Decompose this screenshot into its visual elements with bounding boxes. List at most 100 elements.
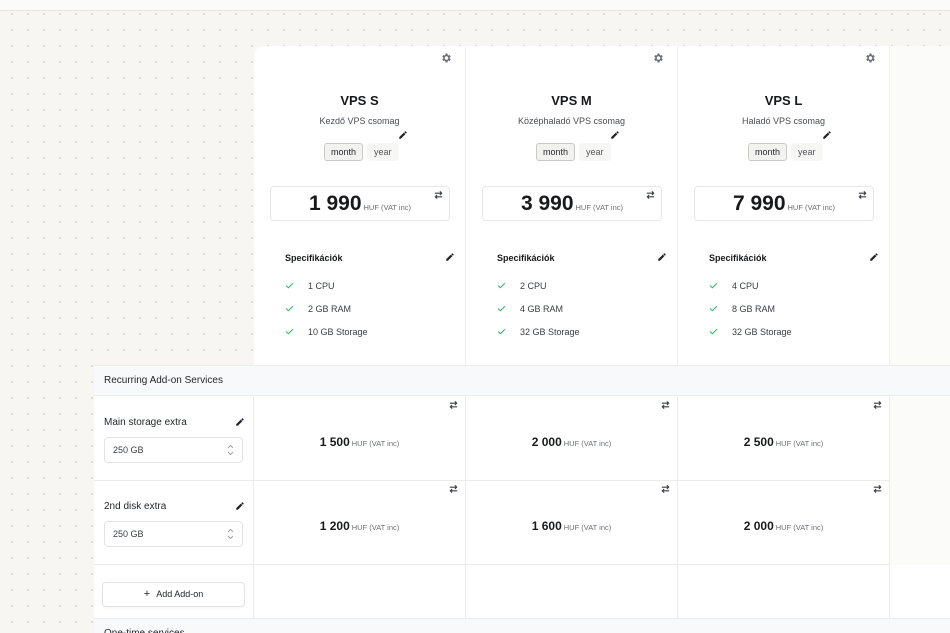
- plan-name: VPS L: [764, 93, 803, 108]
- billing-period-toggle: month year: [748, 143, 823, 161]
- check-icon: [285, 281, 294, 290]
- swap-icon[interactable]: [660, 400, 671, 410]
- period-month-button[interactable]: month: [536, 143, 576, 161]
- spec-text: 1 CPU: [308, 280, 335, 291]
- addon-price-cell: 2 000 HUF (VAT inc): [466, 397, 678, 481]
- spec-list: 1 CPU 2 GB RAM 10 GB Storage: [285, 274, 368, 343]
- price-unit: HUF (VAT inc): [363, 203, 412, 212]
- plan-card-s: VPS S Kezdő VPS csomag month year 1 990 H…: [254, 46, 466, 366]
- billing-period-toggle: month year: [536, 143, 611, 161]
- addon-price-value: 2 500: [743, 435, 774, 449]
- addon-price-cell-partial: [890, 397, 950, 481]
- check-icon: [709, 304, 718, 313]
- edit-pencil-icon[interactable]: [657, 252, 667, 262]
- check-icon: [285, 327, 294, 336]
- spec-item: 32 GB Storage: [709, 320, 792, 343]
- addons-header: Recurring Add-on Services: [94, 366, 950, 396]
- price-value: 7 990: [732, 192, 786, 215]
- addon-name: 2nd disk extra: [104, 501, 167, 512]
- swap-icon[interactable]: [660, 484, 671, 494]
- edit-pencil-icon[interactable]: [822, 130, 832, 140]
- check-icon: [709, 327, 718, 336]
- swap-icon[interactable]: [448, 484, 459, 494]
- swap-icon[interactable]: [645, 190, 656, 200]
- spec-list: 4 CPU 8 GB RAM 32 GB Storage: [709, 274, 792, 343]
- spec-list: 2 CPU 4 GB RAM 32 GB Storage: [497, 274, 580, 343]
- spec-text: 10 GB Storage: [308, 326, 368, 337]
- period-year-button[interactable]: year: [579, 143, 611, 161]
- spec-text: 4 CPU: [732, 280, 759, 291]
- addon-size-value: 250 GB: [113, 445, 144, 455]
- spec-text: 4 GB RAM: [520, 303, 564, 314]
- edit-pencil-icon[interactable]: [235, 417, 245, 427]
- addon-row: Main storage extra 250 GB 1 500 HUF (VAT …: [94, 397, 950, 481]
- spec-title: Specifikációk: [285, 253, 343, 263]
- spec-text: 32 GB Storage: [520, 326, 580, 337]
- check-icon: [497, 281, 506, 290]
- addon-price-cell: 1 200 HUF (VAT inc): [254, 481, 466, 565]
- addon-price: 1 500 HUF (VAT inc): [254, 433, 465, 451]
- price-box: 1 990 HUF (VAT inc): [270, 186, 450, 221]
- spec-text: 2 GB RAM: [308, 303, 352, 314]
- plan-subtitle: Haladó VPS csomag: [741, 116, 826, 126]
- spec-item: 4 CPU: [709, 274, 792, 297]
- period-month-button[interactable]: month: [748, 143, 788, 161]
- price-box: 3 990 HUF (VAT inc): [482, 186, 662, 221]
- edit-pencil-icon[interactable]: [398, 130, 408, 140]
- plan-subtitle: Kezdő VPS csomag: [319, 116, 400, 126]
- addon-size-value: 250 GB: [113, 529, 144, 539]
- price-unit: HUF (VAT inc): [351, 439, 400, 448]
- spec-title: Specifikációk: [497, 253, 555, 263]
- addon-row: 2nd disk extra 250 GB 1 200 HUF (VAT inc)…: [94, 481, 950, 565]
- price-value: 1 990: [308, 192, 362, 215]
- addon-label-cell: 2nd disk extra 250 GB: [94, 481, 254, 565]
- addon-price-cell: 1 600 HUF (VAT inc): [466, 481, 678, 565]
- gear-icon[interactable]: [440, 52, 452, 64]
- edit-pencil-icon[interactable]: [610, 130, 620, 140]
- plan-subtitle: Középhaladó VPS csomag: [517, 116, 626, 126]
- swap-icon[interactable]: [448, 400, 459, 410]
- edit-pencil-icon[interactable]: [445, 252, 455, 262]
- gear-icon[interactable]: [864, 52, 876, 64]
- plus-icon: +: [143, 588, 151, 600]
- price-value: 3 990: [520, 192, 574, 215]
- price-unit: HUF (VAT inc): [563, 439, 612, 448]
- swap-icon[interactable]: [872, 400, 883, 410]
- spec-item: 10 GB Storage: [285, 320, 368, 343]
- gear-icon[interactable]: [652, 52, 664, 64]
- spec-text: 8 GB RAM: [732, 303, 776, 314]
- add-addon-row: + Add Add-on: [94, 565, 950, 619]
- check-icon: [709, 281, 718, 290]
- addon-price-value: 1 600: [531, 519, 562, 533]
- swap-icon[interactable]: [433, 190, 444, 200]
- period-year-button[interactable]: year: [791, 143, 823, 161]
- check-icon: [497, 327, 506, 336]
- addon-name: Main storage extra: [104, 417, 187, 428]
- add-addon-label: Add Add-on: [156, 589, 204, 599]
- select-arrows-icon: [227, 528, 234, 540]
- period-year-button[interactable]: year: [367, 143, 399, 161]
- edit-pencil-icon[interactable]: [235, 501, 245, 511]
- swap-icon[interactable]: [872, 484, 883, 494]
- addon-price-cell: 2 000 HUF (VAT inc): [678, 481, 890, 565]
- period-month-button[interactable]: month: [324, 143, 364, 161]
- plan-name: VPS M: [551, 93, 592, 108]
- empty-cell: [254, 565, 466, 619]
- spec-item: 8 GB RAM: [709, 297, 792, 320]
- swap-icon[interactable]: [857, 190, 868, 200]
- spec-item: 2 GB RAM: [285, 297, 368, 320]
- spec-text: 32 GB Storage: [732, 326, 792, 337]
- addon-size-select[interactable]: 250 GB: [104, 437, 243, 463]
- plan-card-l: VPS L Haladó VPS csomag month year 7 990…: [678, 46, 890, 366]
- onetime-header: One-time services: [94, 619, 950, 633]
- price-unit: HUF (VAT inc): [351, 523, 400, 532]
- price-box: 7 990 HUF (VAT inc): [694, 186, 874, 221]
- addon-size-select[interactable]: 250 GB: [104, 521, 243, 547]
- add-addon-button[interactable]: + Add Add-on: [102, 582, 245, 607]
- price-unit: HUF (VAT inc): [563, 523, 612, 532]
- addon-price-cell-partial: [890, 481, 950, 565]
- edit-pencil-icon[interactable]: [869, 252, 879, 262]
- spec-item: 2 CPU: [497, 274, 580, 297]
- addon-label-cell: + Add Add-on: [94, 565, 254, 619]
- addon-price-value: 2 000: [743, 519, 774, 533]
